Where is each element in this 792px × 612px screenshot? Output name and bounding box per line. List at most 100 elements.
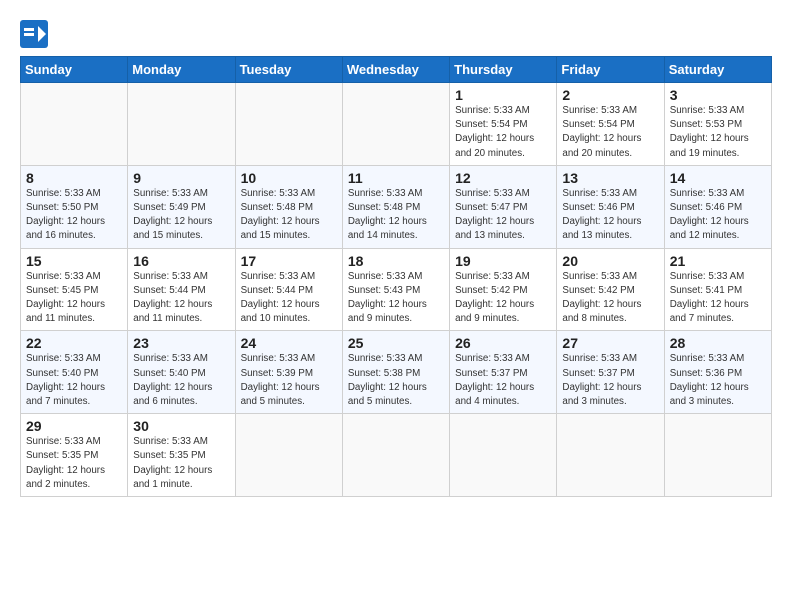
calendar-cell bbox=[557, 414, 664, 497]
day-number: 28 bbox=[670, 335, 767, 351]
calendar-cell: 15Sunrise: 5:33 AMSunset: 5:45 PMDayligh… bbox=[21, 248, 128, 331]
day-detail: Sunrise: 5:33 AMSunset: 5:45 PMDaylight:… bbox=[26, 270, 123, 327]
day-number: 2 bbox=[562, 87, 659, 103]
calendar-cell: 26Sunrise: 5:33 AMSunset: 5:37 PMDayligh… bbox=[450, 331, 557, 414]
day-detail: Sunrise: 5:33 AMSunset: 5:46 PMDaylight:… bbox=[670, 187, 767, 244]
day-number: 15 bbox=[26, 253, 123, 269]
day-number: 13 bbox=[562, 170, 659, 186]
day-detail: Sunrise: 5:33 AMSunset: 5:40 PMDaylight:… bbox=[133, 352, 230, 409]
calendar-body: 1Sunrise: 5:33 AMSunset: 5:54 PMDaylight… bbox=[21, 83, 772, 497]
calendar-cell: 1Sunrise: 5:33 AMSunset: 5:54 PMDaylight… bbox=[450, 83, 557, 166]
calendar-header-monday: Monday bbox=[128, 57, 235, 83]
day-detail: Sunrise: 5:33 AMSunset: 5:53 PMDaylight:… bbox=[670, 104, 767, 161]
day-detail: Sunrise: 5:33 AMSunset: 5:42 PMDaylight:… bbox=[562, 270, 659, 327]
calendar-cell: 30Sunrise: 5:33 AMSunset: 5:35 PMDayligh… bbox=[128, 414, 235, 497]
day-detail: Sunrise: 5:33 AMSunset: 5:35 PMDaylight:… bbox=[133, 435, 230, 492]
calendar-header-thursday: Thursday bbox=[450, 57, 557, 83]
calendar-cell: 21Sunrise: 5:33 AMSunset: 5:41 PMDayligh… bbox=[664, 248, 771, 331]
calendar-header-row: SundayMondayTuesdayWednesdayThursdayFrid… bbox=[21, 57, 772, 83]
day-number: 27 bbox=[562, 335, 659, 351]
calendar-cell: 16Sunrise: 5:33 AMSunset: 5:44 PMDayligh… bbox=[128, 248, 235, 331]
day-detail: Sunrise: 5:33 AMSunset: 5:49 PMDaylight:… bbox=[133, 187, 230, 244]
calendar-cell: 28Sunrise: 5:33 AMSunset: 5:36 PMDayligh… bbox=[664, 331, 771, 414]
day-detail: Sunrise: 5:33 AMSunset: 5:40 PMDaylight:… bbox=[26, 352, 123, 409]
day-number: 29 bbox=[26, 418, 123, 434]
day-number: 19 bbox=[455, 253, 552, 269]
calendar-page: SundayMondayTuesdayWednesdayThursdayFrid… bbox=[0, 0, 792, 612]
calendar-week-2: 8Sunrise: 5:33 AMSunset: 5:50 PMDaylight… bbox=[21, 165, 772, 248]
day-detail: Sunrise: 5:33 AMSunset: 5:37 PMDaylight:… bbox=[562, 352, 659, 409]
day-number: 8 bbox=[26, 170, 123, 186]
day-number: 12 bbox=[455, 170, 552, 186]
day-detail: Sunrise: 5:33 AMSunset: 5:54 PMDaylight:… bbox=[562, 104, 659, 161]
day-detail: Sunrise: 5:33 AMSunset: 5:54 PMDaylight:… bbox=[455, 104, 552, 161]
calendar-cell bbox=[664, 414, 771, 497]
day-number: 1 bbox=[455, 87, 552, 103]
day-number: 16 bbox=[133, 253, 230, 269]
day-number: 23 bbox=[133, 335, 230, 351]
day-number: 25 bbox=[348, 335, 445, 351]
calendar-cell: 27Sunrise: 5:33 AMSunset: 5:37 PMDayligh… bbox=[557, 331, 664, 414]
day-number: 10 bbox=[241, 170, 338, 186]
day-number: 14 bbox=[670, 170, 767, 186]
calendar-cell: 18Sunrise: 5:33 AMSunset: 5:43 PMDayligh… bbox=[342, 248, 449, 331]
calendar-cell: 23Sunrise: 5:33 AMSunset: 5:40 PMDayligh… bbox=[128, 331, 235, 414]
logo bbox=[20, 20, 52, 48]
day-number: 18 bbox=[348, 253, 445, 269]
day-number: 9 bbox=[133, 170, 230, 186]
header bbox=[20, 16, 772, 48]
calendar-cell: 29Sunrise: 5:33 AMSunset: 5:35 PMDayligh… bbox=[21, 414, 128, 497]
calendar-table: SundayMondayTuesdayWednesdayThursdayFrid… bbox=[20, 56, 772, 497]
day-detail: Sunrise: 5:33 AMSunset: 5:50 PMDaylight:… bbox=[26, 187, 123, 244]
day-number: 17 bbox=[241, 253, 338, 269]
day-number: 11 bbox=[348, 170, 445, 186]
day-detail: Sunrise: 5:33 AMSunset: 5:48 PMDaylight:… bbox=[241, 187, 338, 244]
calendar-cell: 10Sunrise: 5:33 AMSunset: 5:48 PMDayligh… bbox=[235, 165, 342, 248]
day-number: 30 bbox=[133, 418, 230, 434]
calendar-cell bbox=[450, 414, 557, 497]
calendar-cell bbox=[21, 83, 128, 166]
calendar-cell: 19Sunrise: 5:33 AMSunset: 5:42 PMDayligh… bbox=[450, 248, 557, 331]
calendar-cell: 3Sunrise: 5:33 AMSunset: 5:53 PMDaylight… bbox=[664, 83, 771, 166]
day-detail: Sunrise: 5:33 AMSunset: 5:39 PMDaylight:… bbox=[241, 352, 338, 409]
calendar-header-saturday: Saturday bbox=[664, 57, 771, 83]
calendar-cell: 11Sunrise: 5:33 AMSunset: 5:48 PMDayligh… bbox=[342, 165, 449, 248]
calendar-header-friday: Friday bbox=[557, 57, 664, 83]
day-number: 3 bbox=[670, 87, 767, 103]
day-detail: Sunrise: 5:33 AMSunset: 5:37 PMDaylight:… bbox=[455, 352, 552, 409]
day-detail: Sunrise: 5:33 AMSunset: 5:38 PMDaylight:… bbox=[348, 352, 445, 409]
calendar-cell: 12Sunrise: 5:33 AMSunset: 5:47 PMDayligh… bbox=[450, 165, 557, 248]
calendar-header-tuesday: Tuesday bbox=[235, 57, 342, 83]
calendar-header-wednesday: Wednesday bbox=[342, 57, 449, 83]
calendar-cell bbox=[342, 83, 449, 166]
calendar-week-3: 15Sunrise: 5:33 AMSunset: 5:45 PMDayligh… bbox=[21, 248, 772, 331]
calendar-cell bbox=[235, 83, 342, 166]
day-detail: Sunrise: 5:33 AMSunset: 5:47 PMDaylight:… bbox=[455, 187, 552, 244]
day-number: 26 bbox=[455, 335, 552, 351]
day-detail: Sunrise: 5:33 AMSunset: 5:44 PMDaylight:… bbox=[133, 270, 230, 327]
calendar-cell: 17Sunrise: 5:33 AMSunset: 5:44 PMDayligh… bbox=[235, 248, 342, 331]
calendar-cell: 9Sunrise: 5:33 AMSunset: 5:49 PMDaylight… bbox=[128, 165, 235, 248]
day-detail: Sunrise: 5:33 AMSunset: 5:46 PMDaylight:… bbox=[562, 187, 659, 244]
day-detail: Sunrise: 5:33 AMSunset: 5:44 PMDaylight:… bbox=[241, 270, 338, 327]
calendar-week-5: 29Sunrise: 5:33 AMSunset: 5:35 PMDayligh… bbox=[21, 414, 772, 497]
calendar-cell: 13Sunrise: 5:33 AMSunset: 5:46 PMDayligh… bbox=[557, 165, 664, 248]
calendar-cell: 20Sunrise: 5:33 AMSunset: 5:42 PMDayligh… bbox=[557, 248, 664, 331]
calendar-cell bbox=[342, 414, 449, 497]
day-number: 24 bbox=[241, 335, 338, 351]
calendar-cell bbox=[235, 414, 342, 497]
day-detail: Sunrise: 5:33 AMSunset: 5:35 PMDaylight:… bbox=[26, 435, 123, 492]
day-number: 22 bbox=[26, 335, 123, 351]
calendar-cell: 2Sunrise: 5:33 AMSunset: 5:54 PMDaylight… bbox=[557, 83, 664, 166]
day-detail: Sunrise: 5:33 AMSunset: 5:43 PMDaylight:… bbox=[348, 270, 445, 327]
day-number: 20 bbox=[562, 253, 659, 269]
calendar-cell bbox=[128, 83, 235, 166]
calendar-cell: 24Sunrise: 5:33 AMSunset: 5:39 PMDayligh… bbox=[235, 331, 342, 414]
day-number: 21 bbox=[670, 253, 767, 269]
day-detail: Sunrise: 5:33 AMSunset: 5:42 PMDaylight:… bbox=[455, 270, 552, 327]
day-detail: Sunrise: 5:33 AMSunset: 5:41 PMDaylight:… bbox=[670, 270, 767, 327]
calendar-header-sunday: Sunday bbox=[21, 57, 128, 83]
logo-icon bbox=[20, 20, 48, 48]
calendar-week-1: 1Sunrise: 5:33 AMSunset: 5:54 PMDaylight… bbox=[21, 83, 772, 166]
day-detail: Sunrise: 5:33 AMSunset: 5:48 PMDaylight:… bbox=[348, 187, 445, 244]
